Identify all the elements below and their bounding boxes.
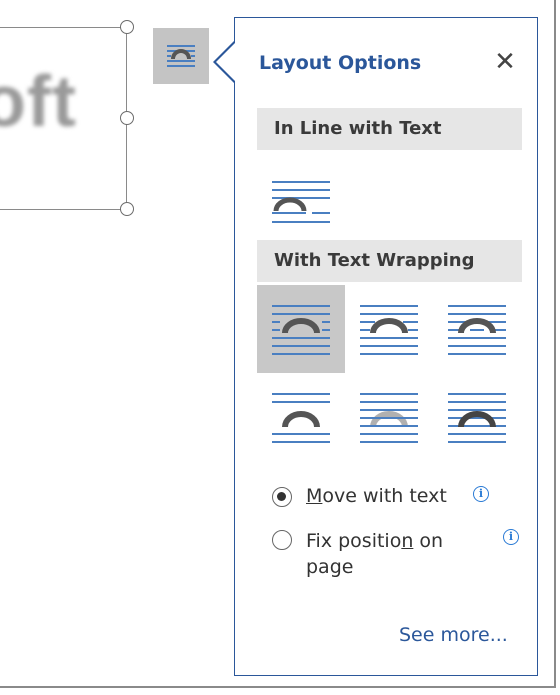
resize-handle-right[interactable] — [120, 111, 134, 125]
option-tight[interactable] — [345, 285, 433, 373]
resize-handle-bottom-right[interactable] — [120, 202, 134, 216]
close-icon: ✕ — [494, 47, 516, 77]
radio-move-with-text-label: Move with text — [306, 485, 447, 507]
radio-move-with-text-indicator[interactable] — [272, 487, 292, 507]
fix-position-info-icon[interactable]: i — [503, 529, 519, 545]
image-text: oft — [0, 62, 77, 142]
through-wrap-icon — [448, 305, 506, 355]
section-inline-header: In Line with Text — [257, 108, 522, 150]
behind-text-icon — [360, 393, 418, 443]
panel-title: Layout Options — [259, 52, 422, 74]
radio-move-label-suffix: ove with text — [322, 485, 447, 507]
see-more-link[interactable]: See more... — [399, 624, 508, 646]
radio-move-label-accelerator: M — [306, 485, 323, 507]
radio-fix-position-label: Fix position on page — [306, 528, 443, 580]
resize-handle-top-right[interactable] — [120, 20, 134, 34]
radio-fix-label-line2: page — [306, 556, 354, 578]
option-behind-text[interactable] — [345, 373, 433, 461]
layout-options-button[interactable] — [153, 28, 209, 84]
tight-wrap-icon — [360, 305, 418, 355]
option-in-line-with-text[interactable] — [257, 158, 345, 246]
in-front-of-text-icon — [448, 393, 506, 443]
layout-options-panel: Layout Options ✕ In Line with Text With … — [234, 17, 538, 676]
option-in-front-of-text[interactable] — [433, 373, 521, 461]
radio-move-with-text[interactable]: Move with text — [272, 485, 447, 507]
option-through[interactable] — [433, 285, 521, 373]
section-wrapping-header: With Text Wrapping — [257, 240, 522, 282]
radio-fix-label-accelerator: n — [401, 530, 414, 552]
in-line-with-text-icon — [272, 181, 330, 223]
close-button[interactable]: ✕ — [489, 46, 521, 78]
move-with-text-info-icon[interactable]: i — [473, 486, 489, 502]
square-wrap-icon — [272, 305, 330, 355]
flyout-pointer-fill — [216, 42, 236, 82]
radio-fix-label-prefix: Fix positio — [306, 530, 402, 552]
radio-fix-position[interactable]: Fix position on page — [272, 528, 443, 580]
layout-options-icon — [167, 45, 195, 67]
radio-fix-position-indicator[interactable] — [272, 530, 292, 550]
top-and-bottom-wrap-icon — [272, 393, 330, 443]
option-top-and-bottom[interactable] — [257, 373, 345, 461]
radio-fix-label-suffix: on — [413, 530, 444, 552]
option-square[interactable] — [257, 285, 345, 373]
